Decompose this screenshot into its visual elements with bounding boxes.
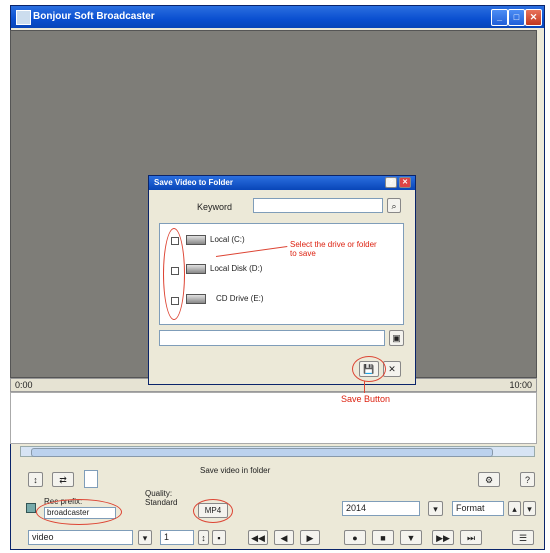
format-select[interactable]: Format bbox=[452, 501, 504, 516]
dialog-title: Save Video to Folder bbox=[154, 178, 233, 187]
mark-button[interactable]: ▼ bbox=[400, 530, 422, 545]
options-button[interactable]: ☰ bbox=[512, 530, 534, 545]
count-stepper[interactable]: ↕ bbox=[198, 530, 209, 545]
drive-list[interactable]: Local (C:) Local Disk (D:) CD Drive (E:)… bbox=[159, 223, 404, 325]
annotation-pointer bbox=[364, 381, 365, 393]
drive-e-label[interactable]: CD Drive (E:) bbox=[216, 294, 264, 303]
title-bar[interactable]: Bonjour Soft Broadcaster _ □ ✕ bbox=[11, 6, 544, 28]
rewind-button[interactable]: ◀◀ bbox=[248, 530, 268, 545]
calendar-icon[interactable]: ▾ bbox=[428, 501, 443, 516]
record-button[interactable]: ● bbox=[344, 530, 366, 545]
hard-drive-icon bbox=[186, 235, 206, 245]
keyword-label: Keyword bbox=[197, 202, 233, 212]
play-button[interactable]: ▶ bbox=[300, 530, 320, 545]
prev-button[interactable]: ◀ bbox=[274, 530, 294, 545]
browse-icon[interactable]: ▣ bbox=[389, 330, 404, 346]
horizontal-scrollbar[interactable] bbox=[20, 446, 535, 457]
spin-up-button[interactable]: ▴ bbox=[508, 501, 521, 516]
keyword-input[interactable] bbox=[253, 198, 383, 213]
window-title: Bonjour Soft Broadcaster bbox=[33, 11, 155, 22]
save-button-annotation: Save Button bbox=[341, 394, 391, 404]
search-icon[interactable]: ⌕ bbox=[387, 198, 401, 213]
dialog-help-button[interactable]: ? bbox=[385, 177, 397, 188]
save-icon[interactable]: ▪ bbox=[212, 530, 226, 545]
maximize-button[interactable]: □ bbox=[508, 9, 525, 26]
dialog-close-button[interactable]: ✕ bbox=[399, 177, 411, 188]
minimize-button[interactable]: _ bbox=[491, 9, 508, 26]
mp4-highlight bbox=[193, 499, 233, 523]
stop-button[interactable]: ■ bbox=[372, 530, 394, 545]
rec-prefix-highlight bbox=[36, 499, 122, 525]
count-input[interactable]: 1 bbox=[160, 530, 194, 545]
path-field[interactable] bbox=[159, 330, 385, 346]
help-button[interactable]: ? bbox=[520, 472, 535, 487]
save-button-highlight bbox=[352, 356, 386, 382]
date-field[interactable]: 2014 bbox=[342, 501, 420, 516]
save-folder-dialog: Save Video to Folder ? ✕ Keyword ⌕ Local… bbox=[148, 175, 416, 385]
drive-annotation: Select the drive or folder to save bbox=[290, 240, 377, 258]
output-panel bbox=[10, 392, 537, 444]
hard-drive-icon bbox=[186, 264, 206, 274]
save-folder-note: Save video in folder bbox=[200, 466, 271, 475]
quality-label: Quality: Standard bbox=[145, 489, 178, 507]
record-icon[interactable] bbox=[26, 503, 36, 513]
app-icon bbox=[16, 10, 31, 25]
end-button[interactable]: ⏭ bbox=[460, 530, 482, 545]
back-button[interactable]: ⇄ bbox=[52, 472, 74, 487]
up-down-icon[interactable]: ↕ bbox=[28, 472, 43, 487]
dropdown-icon[interactable]: ▾ bbox=[138, 530, 152, 545]
spin-down-button[interactable]: ▾ bbox=[523, 501, 536, 516]
drive-c-label[interactable]: Local (C:) bbox=[210, 235, 245, 244]
scroll-thumb[interactable] bbox=[31, 448, 493, 457]
filename-input[interactable]: video bbox=[28, 530, 133, 545]
slider-handle[interactable] bbox=[84, 470, 98, 488]
drive-d-label[interactable]: Local Disk (D:) bbox=[210, 264, 262, 273]
annotation-line bbox=[215, 245, 288, 257]
checkbox-highlight bbox=[163, 228, 185, 320]
cd-drive-icon bbox=[186, 294, 206, 304]
dialog-title-bar[interactable]: Save Video to Folder ? ✕ bbox=[149, 176, 415, 190]
close-button[interactable]: ✕ bbox=[525, 9, 542, 26]
next-button[interactable]: ▶▶ bbox=[432, 530, 454, 545]
settings-button[interactable]: ⚙ bbox=[478, 472, 500, 487]
timeline-end-label: 10:00 bbox=[509, 380, 532, 390]
timeline-start-label: 0:00 bbox=[15, 380, 33, 390]
